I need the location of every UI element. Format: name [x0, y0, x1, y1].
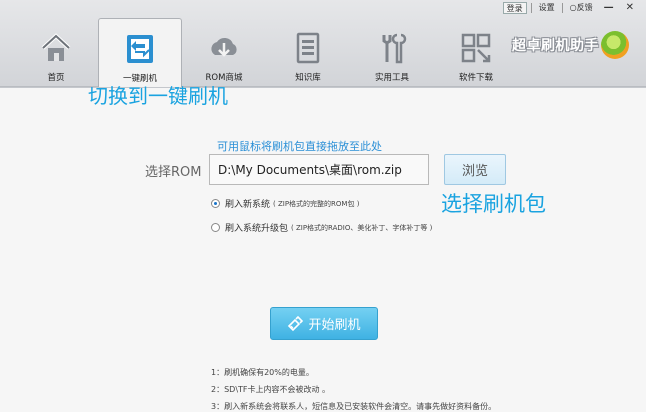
- flash-icon: [127, 35, 153, 63]
- option-note: ( ZIP格式的RADIO、美化补丁、字体补丁等 ): [291, 223, 433, 232]
- divider: [561, 3, 563, 13]
- start-flash-label: 开始刷机: [308, 318, 361, 333]
- tab-label: 知识库: [295, 73, 321, 83]
- apps-icon: [461, 33, 491, 63]
- home-icon: [41, 33, 71, 61]
- cloud-download-icon: [211, 37, 237, 57]
- notes-list: 1：刷机确保有20%的电量。 2：SD\TF卡上内容不会被改动 。 3：刷入新系…: [211, 364, 496, 412]
- option-label: 刷入系统升级包: [225, 224, 289, 234]
- start-flash-button[interactable]: 开始刷机: [270, 307, 378, 340]
- brush-icon: [288, 315, 304, 331]
- feedback-icon: ○: [569, 3, 577, 12]
- radio-unselected[interactable]: [211, 223, 220, 232]
- option-note: ( ZIP格式的完整的ROM包 ): [273, 199, 360, 208]
- radio-selected[interactable]: [211, 199, 220, 208]
- option-new-system[interactable]: 刷入新系统 ( ZIP格式的完整的ROM包 ): [211, 197, 359, 210]
- document-icon: [296, 32, 320, 64]
- annotation-switch: 切换到一键刷机: [88, 84, 228, 108]
- rom-label: 选择ROM: [145, 165, 202, 180]
- tab-label: 软件下载: [458, 73, 493, 83]
- rom-path-input[interactable]: [209, 154, 429, 185]
- divider: [530, 3, 532, 13]
- feedback-button[interactable]: ○反馈: [567, 2, 596, 14]
- settings-button[interactable]: 设置: [536, 2, 558, 14]
- main-tabs: 首页 一键刷机 ROM商城 知识库 实用工具 软件下载: [14, 18, 518, 88]
- brand-title: 超卓刷机助手: [512, 38, 599, 54]
- tab-label: 实用工具: [374, 73, 409, 83]
- minimize-button[interactable]: —: [600, 2, 618, 14]
- brand-logo-icon: [601, 31, 629, 59]
- tab-software-download[interactable]: 软件下载: [434, 18, 518, 87]
- login-button[interactable]: 登录: [502, 2, 527, 14]
- tab-one-click-flash[interactable]: 一键刷机: [98, 18, 182, 88]
- drag-hint: 可用鼠标将刷机包直接拖放至此处: [217, 140, 382, 153]
- tab-home[interactable]: 首页: [14, 18, 98, 87]
- tab-knowledge[interactable]: 知识库: [266, 18, 350, 87]
- tab-rom-store[interactable]: ROM商城: [182, 18, 266, 87]
- feedback-label: 反馈: [576, 3, 593, 12]
- tab-label: 首页: [47, 73, 65, 83]
- option-label: 刷入新系统: [225, 200, 271, 210]
- option-upgrade-package[interactable]: 刷入系统升级包 ( ZIP格式的RADIO、美化补丁、字体补丁等 ): [211, 221, 432, 234]
- window-controls: 登录 设置 ○反馈 — ✕: [502, 2, 638, 14]
- note-item: 3：刷入新系统会将联系人，短信息及已安装软件会清空。请事先做好资料备份。: [211, 402, 497, 411]
- top-toolbar: 登录 设置 ○反馈 — ✕ 首页 一键刷机 ROM商城 知识库 实用工具 软件下…: [0, 0, 646, 88]
- tools-icon: [382, 33, 407, 64]
- note-item: 2：SD\TF卡上内容不会被改动 。: [211, 385, 331, 394]
- brand: 超卓刷机助手: [512, 31, 629, 59]
- annotation-choose: 选择刷机包: [441, 192, 546, 216]
- close-button[interactable]: ✕: [622, 2, 638, 14]
- note-item: 1：刷机确保有20%的电量。: [211, 368, 314, 377]
- browse-button[interactable]: 浏览: [444, 154, 506, 185]
- tab-tools[interactable]: 实用工具: [350, 18, 434, 87]
